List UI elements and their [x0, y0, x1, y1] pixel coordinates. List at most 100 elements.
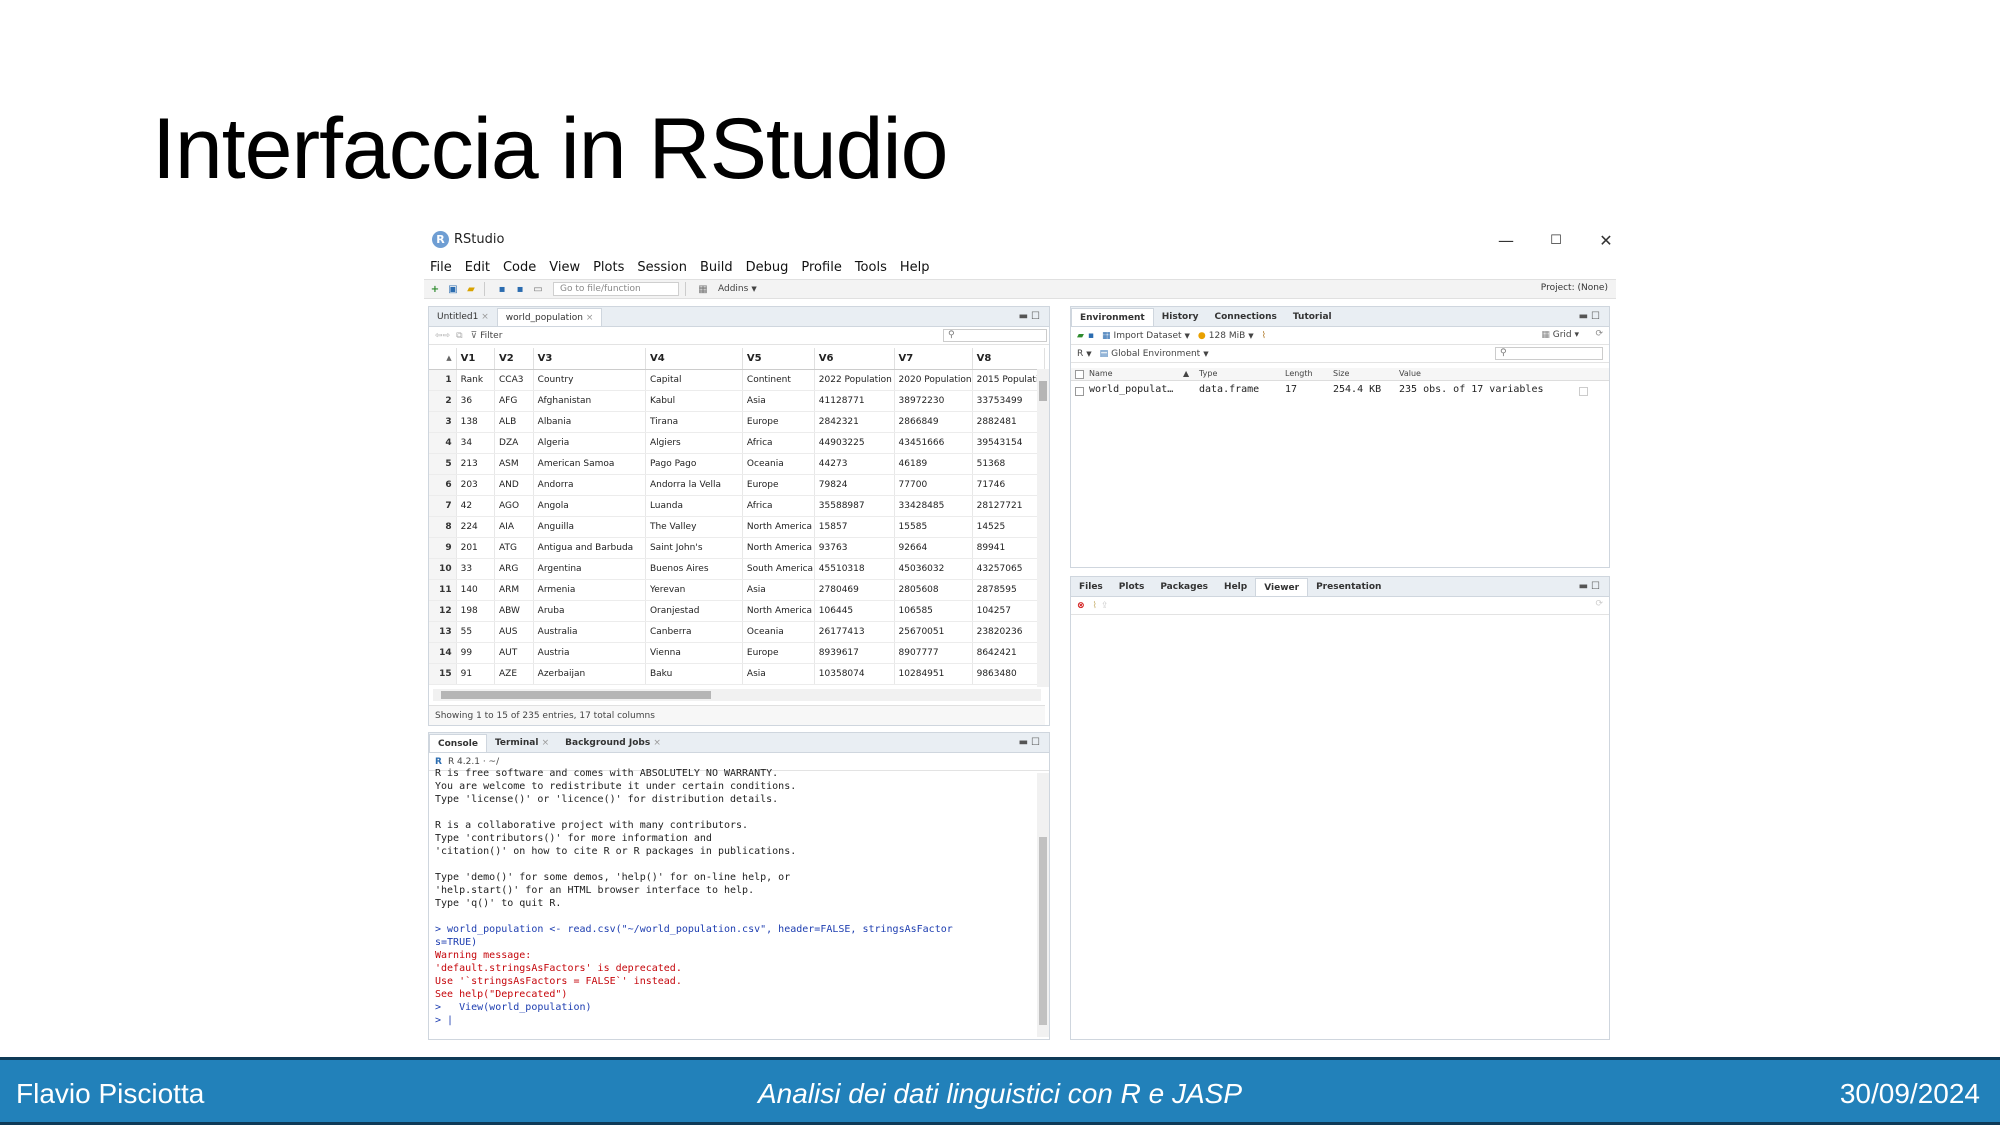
select-all-checkbox[interactable] [1075, 370, 1084, 379]
data-search-input[interactable]: ⚲ [943, 329, 1047, 342]
menu-edit[interactable]: Edit [465, 260, 490, 275]
scope-select[interactable]: Global Environment [1111, 349, 1200, 359]
save-icon[interactable]: ▪ [495, 282, 509, 296]
menu-plots[interactable]: Plots [593, 260, 624, 275]
import-dataset-button[interactable]: Import Dataset [1114, 331, 1182, 341]
grid-view-button[interactable]: ▦ Grid ▾ [1541, 330, 1579, 340]
pane-minmax-icon[interactable]: ▬☐ [1579, 311, 1603, 322]
column-header[interactable]: V4 [645, 348, 743, 370]
menu-session[interactable]: Session [637, 260, 687, 275]
menu-debug[interactable]: Debug [746, 260, 789, 275]
env-col-type[interactable]: Type [1199, 369, 1217, 378]
tab-help[interactable]: Help [1216, 578, 1255, 596]
tab-tutorial[interactable]: Tutorial [1285, 308, 1340, 326]
tab-viewer[interactable]: Viewer [1255, 578, 1309, 596]
popout-icon[interactable]: ⧉ [456, 331, 462, 341]
column-header[interactable]: V1 [456, 348, 496, 370]
new-file-icon[interactable]: + [428, 282, 442, 296]
table-horizontal-scrollbar[interactable] [433, 689, 1041, 701]
close-tab-icon[interactable]: × [481, 312, 489, 322]
menu-file[interactable]: File [430, 260, 452, 275]
pane-minmax-icon[interactable]: ▬☐ [1019, 737, 1043, 748]
table-row[interactable]: 5 213 ASM American Samoa Pago Pago Oceania 442… [429, 453, 1046, 475]
table-row[interactable]: 8 224 AIA Anguilla The Valley North America 15… [429, 516, 1046, 538]
column-header[interactable]: V2 [494, 348, 534, 370]
table-row[interactable]: 4 34 DZA Algeria Algiers Africa 44903225 434516… [429, 432, 1046, 454]
table-vertical-scrollbar[interactable] [1037, 369, 1049, 687]
tab-untitled1[interactable]: Untitled1 × [429, 308, 497, 326]
tab-environment[interactable]: Environment [1071, 308, 1154, 326]
project-menu[interactable]: Project: (None) [1541, 283, 1608, 293]
menu-code[interactable]: Code [503, 260, 536, 275]
back-forward-icon[interactable]: ⇦⇨ [435, 331, 450, 341]
save-all-icon[interactable]: ▪ [513, 282, 527, 296]
open-file-icon[interactable]: ▰ [464, 282, 478, 296]
env-col-name[interactable]: Name [1089, 369, 1113, 378]
env-col-length[interactable]: Length [1285, 369, 1313, 378]
row-checkbox[interactable] [1075, 387, 1084, 396]
memory-usage[interactable]: 128 MiB [1209, 331, 1245, 341]
table-row[interactable]: 1 Rank CCA3 Country Capital Continent 2022 Pop… [429, 369, 1046, 391]
tab-background-jobs[interactable]: Background Jobs × [557, 734, 669, 752]
column-header[interactable]: V7 [894, 348, 973, 370]
table-row[interactable]: 12 198 ABW Aruba Oranjestad North America 1064… [429, 600, 1046, 622]
tab-plots[interactable]: Plots [1111, 578, 1153, 596]
table-row[interactable]: 14 99 AUT Austria Vienna Europe 8939617 8907777… [429, 642, 1046, 664]
table-row[interactable]: 2 36 AFG Afghanistan Kabul Asia 41128771 389722… [429, 390, 1046, 412]
table-row[interactable]: 15 91 AZE Azerbaijan Baku Asia 10358074 1028495… [429, 663, 1046, 685]
close-tab-icon[interactable]: × [653, 738, 661, 748]
filter-button[interactable]: Filter [480, 331, 502, 341]
tab-packages[interactable]: Packages [1152, 578, 1216, 596]
close-tab-icon[interactable]: × [586, 313, 594, 323]
stop-icon[interactable]: ⊗ [1077, 601, 1085, 611]
tab-connections[interactable]: Connections [1207, 308, 1285, 326]
environment-search-input[interactable]: ⚲ [1495, 347, 1603, 360]
close-tab-icon[interactable]: × [542, 738, 550, 748]
table-row[interactable]: 6 203 AND Andorra Andorra la Vella Europe 7982… [429, 474, 1046, 496]
print-icon[interactable]: ▭ [531, 282, 545, 296]
language-select[interactable]: R [1077, 349, 1083, 359]
pane-minmax-icon[interactable]: ▬☐ [1019, 311, 1043, 322]
table-row[interactable]: 3 138 ALB Albania Tirana Europe 2842321 2866849… [429, 411, 1046, 433]
menu-profile[interactable]: Profile [801, 260, 841, 275]
maximize-button[interactable]: ☐ [1536, 228, 1576, 252]
export-icon[interactable]: ⇪ [1101, 601, 1109, 611]
addins-menu[interactable]: Addins [718, 284, 748, 294]
env-col-size[interactable]: Size [1333, 369, 1349, 378]
view-data-icon[interactable] [1579, 387, 1588, 396]
close-button[interactable]: ✕ [1586, 228, 1626, 252]
column-header[interactable]: V3 [533, 348, 646, 370]
tab-presentation[interactable]: Presentation [1308, 578, 1389, 596]
menu-help[interactable]: Help [900, 260, 930, 275]
menu-tools[interactable]: Tools [855, 260, 887, 275]
table-row[interactable]: 7 42 AGO Angola Luanda Africa 35588987 33428485… [429, 495, 1046, 517]
new-project-icon[interactable]: ▣ [446, 282, 460, 296]
refresh-viewer-icon[interactable]: ⟳ [1595, 599, 1603, 609]
menu-build[interactable]: Build [700, 260, 733, 275]
save-workspace-icon[interactable]: ▪ [1088, 331, 1094, 341]
environment-row[interactable]: world_populat… data.frame 17 254.4 KB 23… [1071, 383, 1609, 401]
env-col-value[interactable]: Value [1399, 369, 1421, 378]
table-row[interactable]: 9 201 ATG Antigua and Barbuda Saint John's No… [429, 537, 1046, 559]
workspace-panes-icon[interactable]: ▦ [696, 282, 710, 296]
column-header[interactable]: V8 [972, 348, 1046, 370]
menu-view[interactable]: View [549, 260, 580, 275]
minimize-button[interactable]: — [1486, 228, 1526, 252]
console-output[interactable]: R is free software and comes with ABSOLU… [435, 767, 1035, 1027]
tab-world-population[interactable]: world_population × [496, 308, 603, 326]
column-header[interactable]: V5 [742, 348, 815, 370]
goto-file-input[interactable]: Go to file/function [553, 282, 679, 296]
refresh-icon[interactable]: ⟳ [1595, 329, 1603, 339]
table-row[interactable]: 13 55 AUS Australia Canberra Oceania 26177413 2… [429, 621, 1046, 643]
pane-minmax-icon[interactable]: ▬☐ [1579, 581, 1603, 592]
clear-viewer-icon[interactable]: ⌇ [1093, 601, 1097, 611]
tab-files[interactable]: Files [1071, 578, 1111, 596]
tab-console[interactable]: Console [429, 734, 487, 752]
load-workspace-icon[interactable]: ▰ [1077, 331, 1084, 341]
tab-terminal[interactable]: Terminal × [487, 734, 557, 752]
console-scrollbar[interactable] [1037, 773, 1049, 1037]
tab-history[interactable]: History [1154, 308, 1207, 326]
table-row[interactable]: 11 140 ARM Armenia Yerevan Asia 2780469 2805608… [429, 579, 1046, 601]
broom-icon[interactable]: ⌇ [1262, 331, 1266, 341]
table-row[interactable]: 10 33 ARG Argentina Buenos Aires South Americ… [429, 558, 1046, 580]
